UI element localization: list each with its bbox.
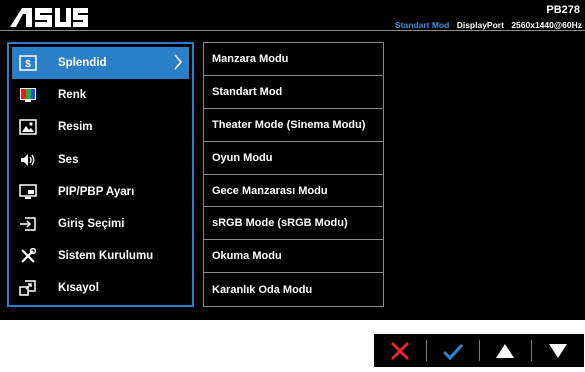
- chevron-right-icon: [173, 54, 183, 73]
- menu-item-renk[interactable]: Renk: [12, 79, 189, 111]
- menu-item-giris[interactable]: Giriş Seçimi: [12, 208, 189, 240]
- shortcut-icon: [18, 279, 38, 297]
- asus-logo: [10, 8, 88, 27]
- submenu-item[interactable]: Standart Mod: [204, 76, 383, 109]
- menu-item-kisayol[interactable]: Kısayol: [12, 272, 189, 304]
- submenu-item[interactable]: Theater Mode (Sinema Modu): [204, 109, 383, 142]
- menu-item-label: Renk: [58, 89, 87, 102]
- submenu-item[interactable]: Oyun Modu: [204, 142, 383, 175]
- submenu-item[interactable]: Manzara Modu: [204, 43, 383, 76]
- menu-item-label: PIP/PBP Ayarı: [58, 185, 135, 198]
- svg-text:$: $: [25, 59, 31, 70]
- submenu-item[interactable]: Okuma Modu: [204, 240, 383, 274]
- menu-item-label: Resim: [58, 121, 93, 134]
- menu-item-label: Sistem Kurulumu: [58, 250, 154, 263]
- menu-item-label: Ses: [58, 153, 79, 166]
- menu-item-pip[interactable]: PIP/PBP Ayarı: [12, 176, 189, 208]
- submenu-item[interactable]: sRGB Mode (sRGB Modu): [204, 207, 383, 241]
- menu-item-label: Splendid: [58, 57, 107, 70]
- color-icon: [18, 86, 38, 104]
- key-bar: [374, 334, 584, 367]
- menu-item-sistem[interactable]: Sistem Kurulumu: [12, 240, 189, 272]
- menu-item-splendid[interactable]: $ Splendid: [12, 47, 189, 80]
- menu-item-label: Kısayol: [58, 282, 99, 295]
- status-line: Standart Mod DisplayPort 2560x1440@60Hz: [395, 20, 582, 30]
- confirm-key[interactable]: [427, 334, 479, 367]
- down-key[interactable]: [532, 334, 584, 367]
- submenu-item[interactable]: Gece Manzarası Modu: [204, 175, 383, 208]
- splendid-icon: $: [18, 54, 38, 72]
- status-resolution: 2560x1440@60Hz: [511, 20, 582, 30]
- down-triangle-icon: [549, 343, 568, 358]
- header-divider: [0, 30, 585, 31]
- submenu-item[interactable]: Karanlık Oda Modu: [204, 273, 383, 306]
- status-input: DisplayPort: [456, 20, 504, 30]
- menu-item-resim[interactable]: Resim: [12, 111, 189, 143]
- menu-item-label: Giriş Seçimi: [58, 218, 125, 231]
- main-menu: $ Splendid Renk Resim Ses PIP/PBP Ayarı …: [7, 42, 194, 307]
- input-icon: [18, 215, 38, 233]
- up-key[interactable]: [480, 334, 532, 367]
- check-icon: [442, 343, 463, 360]
- close-x-icon: [390, 341, 409, 360]
- close-key[interactable]: [374, 334, 426, 367]
- pip-icon: [18, 183, 38, 201]
- tools-icon: [18, 247, 38, 265]
- osd-menu: PB278 Standart Mod DisplayPort 2560x1440…: [0, 0, 585, 320]
- image-icon: [18, 118, 38, 136]
- status-mode: Standart Mod: [395, 20, 450, 30]
- submenu-splendid: Manzara Modu Standart Mod Theater Mode (…: [203, 42, 384, 307]
- speaker-icon: [18, 151, 38, 169]
- up-triangle-icon: [496, 343, 515, 358]
- menu-item-ses[interactable]: Ses: [12, 144, 189, 176]
- model-name: PB278: [546, 4, 580, 16]
